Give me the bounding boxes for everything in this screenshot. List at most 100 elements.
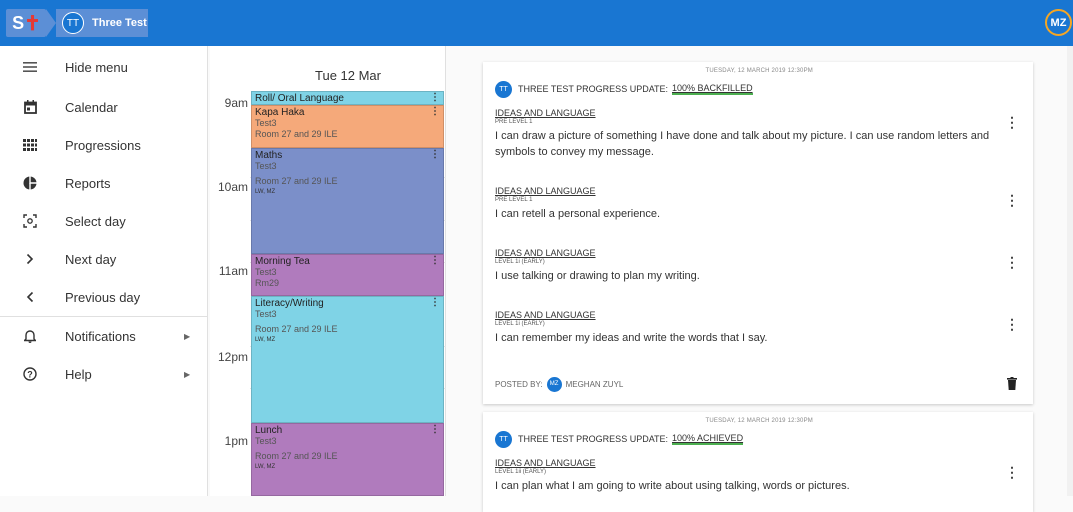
event-title: Morning Tea <box>255 256 310 267</box>
student-avatar: TT <box>62 12 84 34</box>
time-label: 12pm <box>217 350 248 364</box>
calendar-event[interactable]: Roll/ Oral Language ⋮ <box>251 91 444 105</box>
status-badge: 100% BACKFILLED <box>672 83 753 95</box>
item-description: I can draw a picture of something I have… <box>495 130 990 158</box>
event-title: Maths <box>255 150 283 161</box>
event-title: Kapa Haka <box>255 107 305 118</box>
time-label: 1pm <box>224 434 248 448</box>
sidebar-item-progressions[interactable]: Progressions <box>0 126 207 164</box>
submenu-arrow-icon: ▶ <box>184 331 191 341</box>
sidebar-item-label: Calendar <box>65 99 118 115</box>
calendar-event[interactable]: Kapa Haka Test3 Room 27 and 29 ILE ⋮ <box>251 105 444 148</box>
progress-item: IDEAS AND LANGUAGE PRE LEVEL 1 I can ret… <box>495 178 1021 240</box>
submenu-arrow-icon: ▶ <box>184 369 191 379</box>
poster-avatar: MZ <box>546 376 562 392</box>
sidebar-item-select-day[interactable]: Select day <box>0 202 207 240</box>
sidebar-item-help[interactable]: ? Help ▶ <box>0 355 207 393</box>
sidebar-item-calendar[interactable]: Calendar <box>0 88 207 126</box>
more-vert-icon[interactable]: ⋮ <box>1005 316 1019 333</box>
event-attendees: LW, MZ <box>255 337 276 343</box>
user-avatar[interactable]: MZ <box>1045 9 1072 36</box>
event-subject: Test3 <box>255 118 277 128</box>
event-subject: Test3 <box>255 309 277 319</box>
svg-text:?: ? <box>27 370 33 380</box>
event-title: Roll/ Oral Language <box>255 93 344 104</box>
event-title: Literacy/Writing <box>255 298 324 309</box>
scrollbar[interactable] <box>1067 46 1073 496</box>
more-vert-icon[interactable]: ⋮ <box>430 106 440 117</box>
sidebar-item-label: Hide menu <box>65 59 128 75</box>
progress-card: TUESDAY, 12 MARCH 2019 12:30PM TT THREE … <box>483 412 1033 512</box>
trash-icon[interactable] <box>1007 377 1017 390</box>
student-name: Three Test <box>92 17 147 29</box>
item-level: PRE LEVEL 1 <box>495 197 533 203</box>
bell-icon <box>22 328 38 344</box>
breadcrumb-student[interactable]: TT Three Test <box>56 9 148 37</box>
more-vert-icon[interactable]: ⋮ <box>1005 192 1019 209</box>
top-app-bar: S ✝ TT Three Test MZ <box>0 0 1073 46</box>
sidebar-item-next-day[interactable]: Next day <box>0 240 207 278</box>
day-calendar: Tue 12 Mar Roll/ Oral Language ⋮ Kapa Ha… <box>250 46 446 496</box>
sidebar-item-previous-day[interactable]: Previous day <box>0 278 207 316</box>
progress-feed: TUESDAY, 12 MARCH 2019 12:30PM TT THREE … <box>483 62 1033 512</box>
calendar-event[interactable]: Lunch Test3 Room 27 and 29 ILE LW, MZ ⋮ <box>251 423 444 496</box>
item-category[interactable]: IDEAS AND LANGUAGE <box>495 458 1021 468</box>
card-date: TUESDAY, 12 MARCH 2019 12:30PM <box>705 68 813 74</box>
item-description: I can plan what I am going to write abou… <box>495 480 850 492</box>
sidebar-item-hide-menu[interactable]: Hide menu <box>0 46 207 88</box>
card-date: TUESDAY, 12 MARCH 2019 12:30PM <box>705 418 813 424</box>
sidebar-menu: Hide menu Calendar Progressions Reports … <box>0 46 208 496</box>
sidebar-item-label: Reports <box>65 175 111 191</box>
event-title: Lunch <box>255 425 283 436</box>
sidebar-item-label: Help <box>65 366 92 382</box>
status-badge: 100% ACHIEVED <box>672 433 744 445</box>
event-room: Room 27 and 29 ILE <box>255 129 338 139</box>
event-subject: Test3 <box>255 267 277 277</box>
progress-card: TUESDAY, 12 MARCH 2019 12:30PM TT THREE … <box>483 62 1033 404</box>
app-logo[interactable]: S ✝ <box>6 9 46 37</box>
help-icon: ? <box>22 366 38 382</box>
item-level: LEVEL 1i (EARLY) <box>495 321 545 327</box>
more-vert-icon[interactable]: ⋮ <box>430 255 440 266</box>
sidebar-item-label: Select day <box>65 213 126 229</box>
progress-item: IDEAS AND LANGUAGE LEVEL 1i (EARLY) I us… <box>495 240 1021 302</box>
sidebar-item-reports[interactable]: Reports <box>0 164 207 202</box>
event-subject: Test3 <box>255 161 277 171</box>
item-category[interactable]: IDEAS AND LANGUAGE <box>495 186 1021 196</box>
posted-by-label: POSTED BY: <box>495 379 543 389</box>
more-vert-icon[interactable]: ⋮ <box>430 297 440 308</box>
sidebar-item-label: Previous day <box>65 289 141 305</box>
pie-chart-icon <box>22 175 38 191</box>
event-room: Room 27 and 29 ILE <box>255 324 338 334</box>
student-avatar: TT <box>495 430 512 448</box>
card-footer: POSTED BY: MZ MEGHAN ZUYL <box>495 364 1021 404</box>
item-description: I use talking or drawing to plan my writ… <box>495 270 700 282</box>
sidebar-item-notifications[interactable]: Notifications ▶ <box>0 317 207 355</box>
progress-item: IDEAS AND LANGUAGE LEVEL 1i (EARLY) I ca… <box>495 302 1021 364</box>
time-label: 10am <box>217 180 248 194</box>
sidebar-item-label: Notifications <box>65 328 136 344</box>
progress-item: IDEAS AND LANGUAGE PRE LEVEL 1 I can dra… <box>495 100 1021 178</box>
sidebar-item-label: Next day <box>65 251 117 267</box>
calendar-icon <box>22 99 38 115</box>
calendar-event[interactable]: Maths Test3 Room 27 and 29 ILE LW, MZ ⋮ <box>251 148 444 254</box>
more-vert-icon[interactable]: ⋮ <box>430 424 440 435</box>
chevron-right-icon <box>22 251 38 267</box>
calendar-event[interactable]: Morning Tea Test3 Rm29 ⋮ <box>251 254 444 296</box>
more-vert-icon[interactable]: ⋮ <box>430 149 440 160</box>
item-category[interactable]: IDEAS AND LANGUAGE <box>495 248 1021 258</box>
event-attendees: LW, MZ <box>255 464 276 470</box>
item-category[interactable]: IDEAS AND LANGUAGE <box>495 310 1021 320</box>
calendar-event[interactable]: Literacy/Writing Test3 Room 27 and 29 IL… <box>251 296 444 423</box>
item-category[interactable]: IDEAS AND LANGUAGE <box>495 108 1021 118</box>
more-vert-icon[interactable]: ⋮ <box>1005 114 1019 131</box>
time-label: 11am <box>218 264 248 278</box>
chevron-left-icon <box>22 289 38 305</box>
event-attendees: LW, MZ <box>255 189 276 195</box>
more-vert-icon[interactable]: ⋮ <box>430 92 440 103</box>
breadcrumb-chevron <box>46 9 56 37</box>
progress-item: IDEAS AND LANGUAGE LEVEL 1ii (EARLY) I c… <box>495 450 1021 512</box>
more-vert-icon[interactable]: ⋮ <box>1005 254 1019 271</box>
more-vert-icon[interactable]: ⋮ <box>1005 464 1019 481</box>
item-description: I can retell a personal experience. <box>495 208 661 220</box>
